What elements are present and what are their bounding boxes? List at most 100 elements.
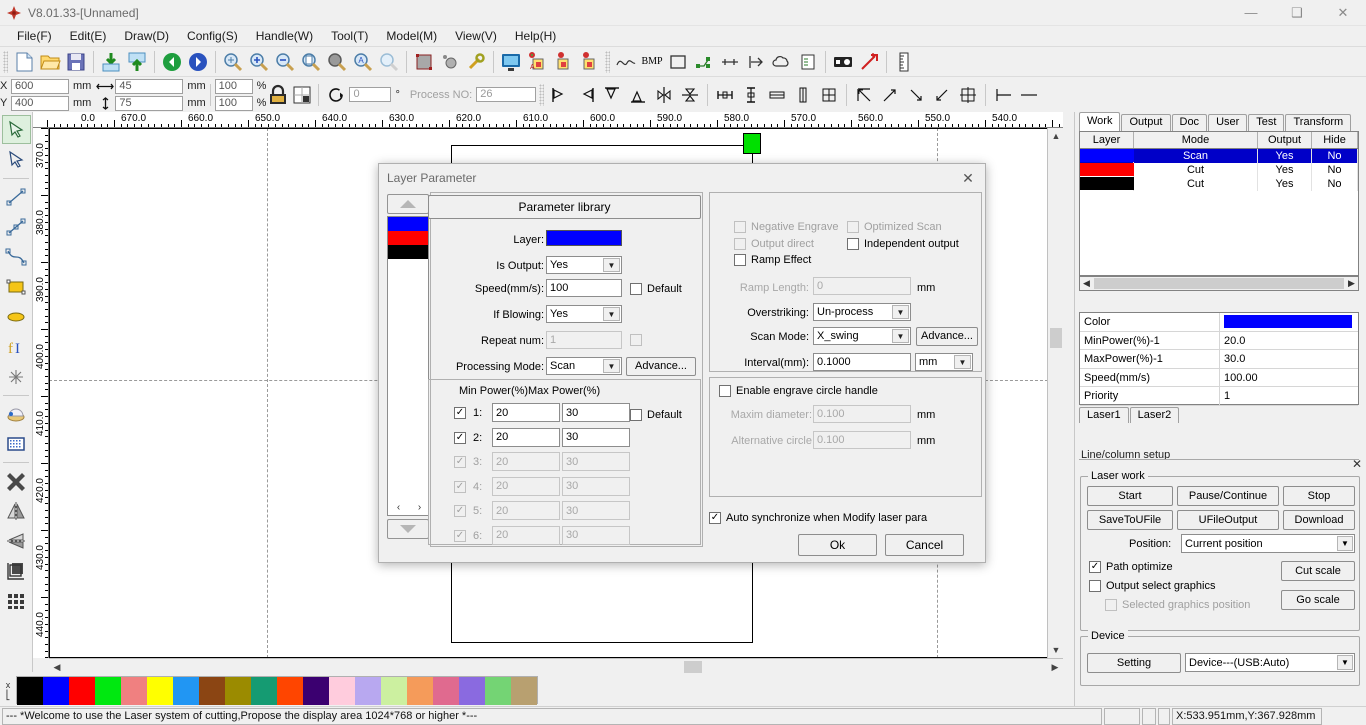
palette-swatch[interactable] [95, 677, 121, 705]
align-bottom-icon[interactable] [625, 82, 651, 108]
origin-bottom-right-icon[interactable] [903, 82, 929, 108]
rectangle-tool-icon[interactable] [2, 272, 31, 301]
align-top-icon[interactable] [599, 82, 625, 108]
lock-ratio-icon[interactable] [266, 80, 290, 110]
chevron-down-icon[interactable]: ▼ [892, 329, 909, 343]
tab-transform[interactable]: Transform [1285, 114, 1352, 131]
palette-swatch[interactable] [251, 677, 277, 705]
zoom-page-icon[interactable] [298, 49, 324, 75]
palette-swatch[interactable] [43, 677, 69, 705]
scroll-right-icon[interactable]: ▶ [1345, 277, 1358, 290]
layer-output-cell[interactable]: Yes [1258, 177, 1312, 191]
menu-draw[interactable]: Draw(D) [115, 27, 178, 45]
menu-edit[interactable]: Edit(E) [61, 27, 116, 45]
layer-row[interactable]: Scan Yes No [1080, 149, 1358, 163]
processing-mode-select[interactable]: Scan ▼ [546, 357, 622, 375]
open-file-icon[interactable] [37, 49, 63, 75]
download-button[interactable]: Download [1283, 510, 1355, 530]
zoom-pan-icon[interactable] [220, 49, 246, 75]
origin-set-icon[interactable] [2, 556, 31, 585]
max-power-input[interactable]: 30 [562, 403, 630, 422]
chevron-down-icon[interactable]: ▼ [603, 359, 620, 373]
height-input[interactable]: 75 [115, 95, 184, 111]
move-right-icon[interactable] [743, 49, 769, 75]
power-row-checkbox[interactable]: ✓ 2: [454, 431, 482, 444]
layer-color-cell[interactable] [1080, 177, 1134, 191]
palette-swatch[interactable] [69, 677, 95, 705]
menu-file[interactable]: File(F) [8, 27, 61, 45]
curve-icon[interactable] [613, 49, 639, 75]
menu-tool[interactable]: Tool(T) [322, 27, 377, 45]
mirror-vertical-icon[interactable] [2, 526, 31, 555]
path-optimize-checkbox[interactable]: ✓ Path optimize [1089, 561, 1173, 573]
scroll-left-icon[interactable]: ◀ [49, 659, 65, 675]
distribute-h-icon[interactable] [712, 82, 738, 108]
chevron-down-icon[interactable]: ▼ [1337, 536, 1353, 551]
origin-center-icon[interactable] [955, 82, 981, 108]
origin-top-right-icon[interactable] [877, 82, 903, 108]
palette-swatch[interactable] [121, 677, 147, 705]
canvas-horizontal-scrollbar[interactable]: ◀ ▶ [49, 658, 1063, 675]
scale-height-input[interactable]: 100 [214, 95, 253, 111]
width-arrow-icon[interactable] [95, 79, 115, 94]
layer-scroll-up-button[interactable] [387, 194, 429, 214]
layer-properties-table[interactable]: Color MinPower(%)-1 20.0 MaxPower(%)-1 30.0 S… [1079, 312, 1359, 406]
array-multi-icon[interactable] [576, 49, 602, 75]
scroll-thumb-vertical[interactable] [1050, 328, 1062, 348]
array-tool-icon[interactable] [2, 586, 31, 615]
min-power-input[interactable]: 20 [492, 427, 560, 447]
align-left-icon[interactable] [547, 82, 573, 108]
ruler-icon[interactable] [891, 49, 917, 75]
enable-engrave-circle-checkbox[interactable]: Enable engrave circle handle [719, 385, 878, 397]
output-select-graphics-checkbox[interactable]: Output select graphics [1089, 580, 1215, 592]
power-default-checkbox[interactable]: Default [630, 409, 682, 421]
measure-dash-icon[interactable] [1016, 82, 1042, 108]
overstriking-select[interactable]: Un-process ▼ [813, 303, 911, 321]
independent-output-checkbox[interactable]: Independent output [847, 238, 959, 250]
layer-mode-cell[interactable]: Scan [1134, 149, 1258, 163]
setting-button[interactable]: Setting [1087, 653, 1181, 673]
node-net-icon[interactable] [691, 49, 717, 75]
layer-color-cell[interactable] [1080, 163, 1134, 177]
arrow-add-icon[interactable] [856, 49, 882, 75]
zoom-fit-icon[interactable] [376, 49, 402, 75]
layer-row[interactable]: Cut Yes No [1080, 163, 1358, 177]
scroll-left-icon[interactable]: ◀ [1080, 277, 1093, 290]
palette-swatch[interactable] [459, 677, 485, 705]
line-tool-icon[interactable] [2, 182, 31, 211]
property-value[interactable]: 30.0 [1220, 350, 1358, 368]
tab-laser1[interactable]: Laser1 [1079, 407, 1129, 423]
speed-default-checkbox[interactable]: Default [630, 283, 682, 295]
layer-hide-cell[interactable]: No [1312, 163, 1358, 177]
scroll-down-icon[interactable]: ▼ [1048, 642, 1064, 658]
palette-swatch[interactable] [381, 677, 407, 705]
layer-color-cell[interactable] [1080, 149, 1134, 163]
layer-strip-color-2[interactable] [388, 231, 428, 245]
layer-hide-cell[interactable]: No [1312, 177, 1358, 191]
capture-tool-icon[interactable] [2, 399, 31, 428]
property-value[interactable] [1220, 313, 1358, 331]
palette-swatch[interactable] [511, 677, 537, 705]
list-check-icon[interactable] [795, 49, 821, 75]
tab-laser2[interactable]: Laser2 [1129, 407, 1180, 423]
canvas-vertical-scrollbar[interactable]: ▲ ▼ [1047, 128, 1064, 658]
angle-input[interactable]: 0 [349, 87, 392, 102]
palette-swatch[interactable] [355, 677, 381, 705]
chevron-down-icon[interactable]: ▼ [1337, 655, 1353, 670]
ok-button[interactable]: Ok [798, 534, 877, 556]
panel-close-icon[interactable]: ✕ [1352, 457, 1362, 471]
pause-continue-button[interactable]: Pause/Continue [1177, 486, 1279, 506]
auto-synchronize-checkbox[interactable]: ✓ Auto synchronize when Modify laser par… [709, 512, 927, 524]
palette-swatch[interactable] [173, 677, 199, 705]
palette-swatch[interactable] [329, 677, 355, 705]
stop-button[interactable]: Stop [1283, 486, 1355, 506]
property-row[interactable]: Priority 1 [1080, 387, 1358, 406]
dialog-close-icon[interactable]: ✕ [957, 168, 979, 188]
bmp-icon[interactable]: BMP [639, 49, 665, 75]
go-scale-button[interactable]: Go scale [1281, 590, 1355, 610]
menu-model[interactable]: Model(M) [377, 27, 446, 45]
align-center-h-icon[interactable] [651, 82, 677, 108]
same-height-icon[interactable] [790, 82, 816, 108]
same-width-icon[interactable] [764, 82, 790, 108]
property-value[interactable]: 20.0 [1220, 332, 1358, 350]
